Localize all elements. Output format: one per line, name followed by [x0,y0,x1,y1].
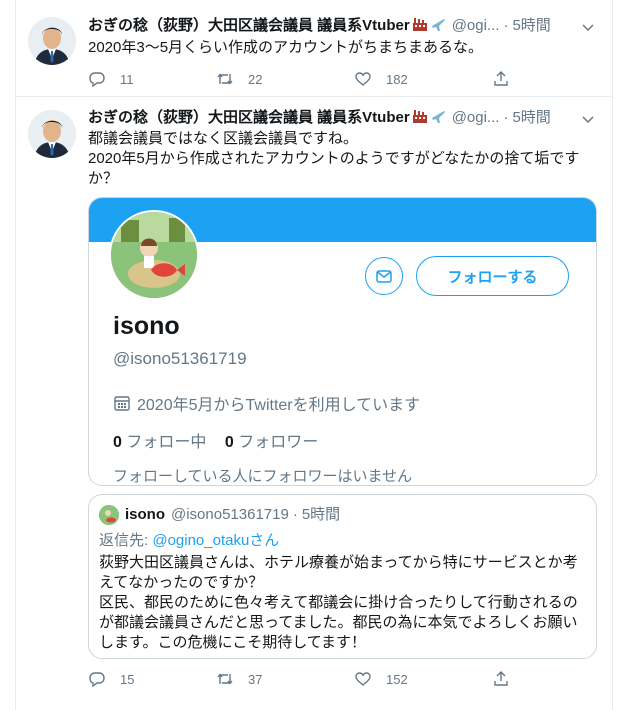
tweet-actions: 11 22 182 [88,69,518,89]
profile-avatar[interactable] [109,210,199,300]
quoted-text-line: が都議会議員さんだと思ってました。都民の為に本気でよろしくお願い [99,614,578,631]
retweet-icon [217,673,233,685]
caret-down-icon[interactable] [580,111,596,127]
joined-date: 2020年5月からTwitterを利用しています [113,391,420,415]
like-count: 152 [386,671,408,687]
tweet[interactable]: おぎの稔（荻野）大田区議会議員 議員系Vtuber @ogi... · 5時間 都議会… [16,97,612,710]
reply-to-line: 返信先: @ogino_otakuさん [99,529,279,550]
quoted-author-handle[interactable]: @isono51361719 [171,505,289,525]
tweet-header: おぎの稔（荻野）大田区議会議員 議員系Vtuber @ogi... · 5時間 [88,108,600,128]
quoted-tweet[interactable]: isono @isono51361719 · 5時間 返信先: @ogino_o… [88,494,597,659]
joined-text: 2020年5月からTwitterを利用しています [137,397,421,414]
like-icon [355,72,371,86]
like-icon [355,672,371,686]
quoted-time[interactable]: 5時間 [302,505,340,525]
reply-to-prefix: 返信先: [99,532,149,549]
tweet-text: 2020年3〜5月くらい作成のアカウントがちまちまあるな。 [88,39,484,56]
tweet-text-line: 都議会議員ではなく区議会議員ですね。 [88,130,359,147]
tweet[interactable]: おぎの稔（荻野）大田区議会議員 議員系Vtuber @ogi... · 5時間 202… [16,0,612,97]
airplane-emoji [430,108,446,130]
following-stat[interactable]: 0 フォロー中 [113,434,206,451]
avatar[interactable] [28,17,76,65]
following-label: フォロー中 [126,434,207,451]
factory-emoji [412,16,428,38]
like-count: 182 [386,71,408,87]
followers-label: フォロワー [238,434,319,451]
followers-stat[interactable]: 0 フォロワー [225,434,318,451]
share-icon [494,71,508,86]
no-followers-note: フォローしている人にフォロワーはいません [113,468,413,485]
author-handle[interactable]: @ogi... [452,17,500,34]
share-button[interactable] [492,69,510,89]
calendar-icon [114,396,130,411]
reply-icon [89,672,105,688]
airplane-emoji [430,16,446,38]
reply-icon [89,72,105,88]
retweet-button[interactable]: 22 [216,69,262,89]
profile-name[interactable]: isono [113,312,180,341]
tweet-time[interactable]: 5時間 [512,17,550,34]
tweet-text: 都議会議員ではなく区議会議員ですね。 2020年5月から作成されたアカウントのよ… [88,129,592,189]
quoted-author-name[interactable]: isono [125,505,165,525]
share-button[interactable] [492,669,510,689]
share-icon [494,671,508,686]
like-button[interactable]: 152 [354,669,408,689]
author-name[interactable]: おぎの稔（荻野）大田区議会議員 議員系Vtuber [88,17,410,34]
retweet-icon [217,73,233,85]
caret-down-icon[interactable] [580,19,596,35]
reply-to-mention[interactable]: @ogino_otakuさん [152,532,279,549]
timeline-column: おぎの稔（荻野）大田区議会議員 議員系Vtuber @ogi... · 5時間 202… [15,0,613,710]
quoted-avatar [99,505,119,525]
tweet-text-line: か？ [88,170,119,187]
avatar[interactable] [28,110,76,158]
following-count: 0 [113,434,122,451]
tweet-time[interactable]: 5時間 [512,109,550,126]
quoted-text: 荻野大田区議員さんは、ホテル療養が始まってから特にサービスとか考 えてなかったの… [99,553,584,653]
profile-handle[interactable]: @isono51361719 [113,349,247,369]
retweet-button[interactable]: 37 [216,669,262,689]
retweet-count: 22 [248,71,263,87]
quoted-text-line: 荻野大田区議員さんは、ホテル療養が始まってから特にサービスとか考 [99,554,578,571]
reply-button[interactable]: 11 [88,69,134,89]
mail-icon [376,270,392,283]
reply-count: 11 [120,71,134,87]
tweet-text-line: 2020年5月から作成されたアカウントのようですがどなたかの捨て垢です [88,150,580,167]
tweet-actions: 15 37 152 [88,669,518,689]
follow-counts: 0 フォロー中 0 フォロワー [113,428,318,452]
followers-count: 0 [224,434,234,451]
quoted-text-line: します。この危機にこそ期待してます！ [99,634,367,651]
tweet-header: おぎの稔（荻野）大田区議会議員 議員系Vtuber @ogi... · 5時間 [88,16,600,36]
like-button[interactable]: 182 [354,69,408,89]
factory-emoji [412,108,428,130]
author-handle[interactable]: @ogi... [452,109,500,126]
reply-button[interactable]: 15 [88,669,134,689]
quoted-text-line: えてなかったのですか？ [99,574,264,591]
quoted-text-line: 区民、都民のために色々考えて都議会に掛け合ったりして行動されるの [99,594,578,611]
reply-count: 15 [120,671,135,687]
message-button[interactable] [365,257,403,295]
author-name[interactable]: おぎの稔（荻野）大田区議会議員 議員系Vtuber [88,109,410,126]
quoted-header: isono @isono51361719 · 5時間 [99,505,340,525]
profile-card[interactable]: フォローする isono @isono51361719 2020年5月からTwi… [88,197,597,486]
follow-button[interactable]: フォローする [416,256,569,296]
retweet-count: 37 [248,671,263,687]
